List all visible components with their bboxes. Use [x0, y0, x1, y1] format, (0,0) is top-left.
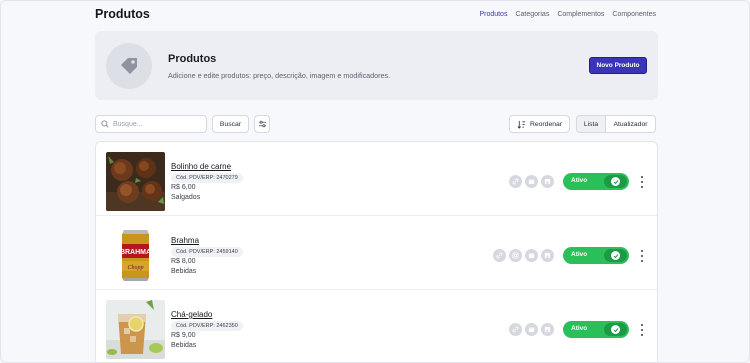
- status-label: Ativo: [571, 251, 588, 258]
- instagram-icon[interactable]: [509, 249, 522, 262]
- status-label: Ativo: [571, 325, 588, 332]
- product-list: Bolinho de carne Cód. PDV/ERP: 2470279 R…: [95, 141, 658, 362]
- svg-text:BRAHMA: BRAHMA: [120, 249, 151, 256]
- more-options-icon[interactable]: [639, 250, 645, 262]
- product-image-meatballs: [106, 152, 165, 211]
- view-toggle: Lista Atualizador: [576, 115, 656, 133]
- sliders-icon: [258, 120, 266, 128]
- reorder-label: Reordenar: [529, 120, 563, 128]
- status-label: Ativo: [571, 177, 588, 184]
- view-list-tab[interactable]: Lista: [577, 116, 606, 132]
- store-icon[interactable]: [541, 175, 554, 188]
- toggle-knob: [604, 323, 627, 336]
- product-name[interactable]: Chá-gelado: [171, 310, 212, 319]
- toolbar: Buscar Reordenar Lista Atualizador: [95, 115, 656, 133]
- more-options-icon[interactable]: [639, 324, 645, 336]
- product-category: Bebidas: [171, 342, 197, 349]
- product-code: Cód. PDV/ERP: 2462350: [171, 321, 243, 331]
- link-icon[interactable]: [493, 249, 506, 262]
- check-icon: [611, 177, 620, 186]
- page-title: Produtos: [95, 7, 150, 21]
- top-bar: Produtos Produtos Categorias Complemento…: [95, 5, 656, 23]
- calendar-icon[interactable]: [525, 249, 538, 262]
- row-actions: Ativo: [509, 173, 629, 190]
- store-icon[interactable]: [541, 249, 554, 262]
- app-window: Produtos Produtos Categorias Complemento…: [0, 0, 750, 363]
- product-image-beer-can: BRAHMA Chopp: [106, 226, 165, 285]
- link-icon[interactable]: [509, 175, 522, 188]
- product-image-iced-tea: [106, 300, 165, 359]
- product-category: Salgados: [171, 194, 201, 201]
- product-price: R$ 6,00: [171, 184, 196, 191]
- product-price: R$ 9,00: [171, 332, 196, 339]
- check-icon: [611, 251, 620, 260]
- hero-subtitle: Adicione e edite produtos: preço, descri…: [168, 71, 391, 80]
- product-row: BRAHMA Chopp Brahma Cód. PDV/ERP: 245914…: [96, 216, 657, 290]
- link-icon[interactable]: [509, 323, 522, 336]
- status-toggle[interactable]: Ativo: [563, 173, 629, 190]
- row-actions: Ativo: [493, 247, 629, 264]
- hero-banner: Produtos Adicione e edite produtos: preç…: [95, 31, 658, 100]
- calendar-icon[interactable]: [525, 175, 538, 188]
- product-price: R$ 8,00: [171, 258, 196, 265]
- product-category: Bebidas: [171, 268, 197, 275]
- product-name[interactable]: Brahma: [171, 236, 199, 245]
- product-name[interactable]: Bolinho de carne: [171, 162, 231, 171]
- toggle-knob: [604, 175, 627, 188]
- product-row: Bolinho de carne Cód. PDV/ERP: 2470279 R…: [96, 142, 657, 216]
- check-icon: [611, 325, 620, 334]
- more-options-icon[interactable]: [639, 176, 645, 188]
- product-row: Chá-gelado Cód. PDV/ERP: 2462350 R$ 9,00…: [96, 290, 657, 362]
- calendar-icon[interactable]: [525, 323, 538, 336]
- top-nav: Produtos Categorias Complementos Compone…: [479, 11, 656, 18]
- nav-categorias[interactable]: Categorias: [515, 11, 549, 18]
- view-updater-tab[interactable]: Atualizador: [606, 116, 655, 132]
- tag-icon: [121, 58, 137, 74]
- sort-icon: [517, 120, 526, 129]
- filter-button[interactable]: [254, 115, 270, 133]
- hero-icon-circle: [106, 43, 152, 89]
- status-toggle[interactable]: Ativo: [563, 247, 629, 264]
- nav-complementos[interactable]: Complementos: [557, 11, 604, 18]
- toggle-knob: [604, 249, 627, 262]
- nav-produtos[interactable]: Produtos: [479, 11, 507, 18]
- svg-text:Chopp: Chopp: [127, 265, 143, 271]
- row-actions: Ativo: [509, 321, 629, 338]
- nav-componentes[interactable]: Componentes: [612, 11, 656, 18]
- search-button[interactable]: Buscar: [212, 115, 249, 133]
- reorder-button[interactable]: Reordenar: [509, 115, 570, 133]
- product-code: Cód. PDV/ERP: 2470279: [171, 173, 243, 183]
- new-product-button[interactable]: Novo Produto: [589, 57, 647, 74]
- status-toggle[interactable]: Ativo: [563, 321, 629, 338]
- store-icon[interactable]: [541, 323, 554, 336]
- product-code: Cód. PDV/ERP: 2459140: [171, 247, 243, 257]
- search-icon: [101, 120, 109, 128]
- search-input[interactable]: [113, 120, 203, 128]
- hero-title: Produtos: [168, 53, 217, 65]
- search-box[interactable]: [95, 115, 207, 133]
